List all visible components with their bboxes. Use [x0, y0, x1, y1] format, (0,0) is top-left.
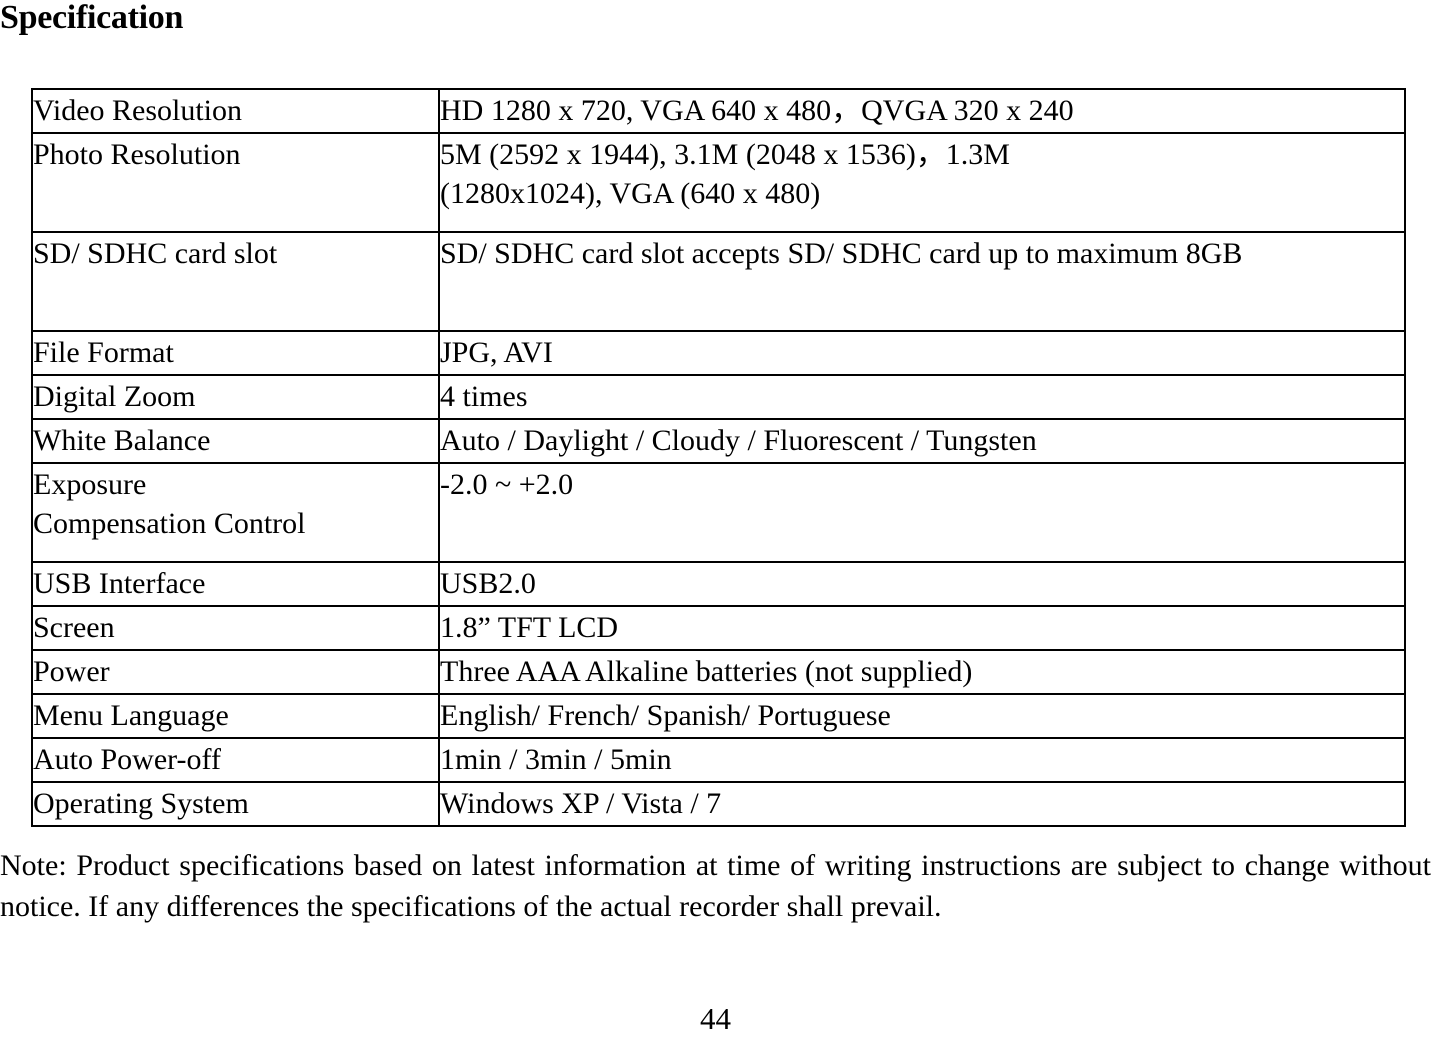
spec-label-cell: Video Resolution [31, 88, 440, 134]
spec-value-cell: SD/ SDHC card slot accepts SD/ SDHC card… [438, 231, 1406, 332]
spec-value-line: 5M (2592 x 1944), 3.1M (2048 x 1536)，1.3… [440, 138, 1010, 171]
spec-value-line: Three AAA Alkaline batteries (not suppli… [440, 655, 973, 688]
spec-label-cell: Operating System [31, 781, 440, 827]
spec-label-line: Photo Resolution [33, 138, 241, 171]
table-row: Auto Power-off 1min / 3min / 5min [31, 737, 1406, 783]
spec-label-line: Exposure [33, 468, 147, 501]
spec-value-line: 4 times [440, 380, 528, 413]
spec-value-cell: -2.0 ~ +2.0 [438, 462, 1406, 563]
spec-label-line: Digital Zoom [33, 380, 196, 413]
table-row: Video Resolution HD 1280 x 720, VGA 640 x… [31, 88, 1406, 134]
page-title: Specification [0, 0, 184, 36]
table-row: White Balance Auto / Daylight / Cloudy / … [31, 418, 1406, 464]
specification-table: Video Resolution HD 1280 x 720, VGA 640 x… [31, 88, 1406, 827]
spec-label-cell: Screen [31, 605, 440, 651]
spec-label-line: File Format [33, 336, 174, 369]
table-row: Screen 1.8” TFT LCD [31, 605, 1406, 651]
spec-value-line: English/ French/ Spanish/ Portuguese [440, 699, 891, 732]
table-row: Photo Resolution 5M (2592 x 1944), 3.1M (… [31, 132, 1406, 233]
spec-label-line: Compensation Control [33, 507, 306, 540]
spec-value-line: USB2.0 [440, 567, 536, 600]
table-row: Menu Language English/ French/ Spanish/ P… [31, 693, 1406, 739]
spec-value-cell: USB2.0 [438, 561, 1406, 607]
spec-value-line: Windows XP / Vista / 7 [440, 787, 722, 820]
page-number: 44 [700, 1001, 731, 1036]
spec-label-line: Auto Power-off [33, 743, 221, 776]
table-row: Power Three AAA Alkaline batteries (not s… [31, 649, 1406, 695]
spec-label-cell: File Format [31, 330, 440, 376]
table-row: SD/ SDHC card slot SD/ SDHC card slot acc… [31, 231, 1406, 332]
table-row: USB Interface USB2.0 [31, 561, 1406, 607]
spec-label-cell: SD/ SDHC card slot [31, 231, 440, 332]
spec-value-cell: Auto / Daylight / Cloudy / Fluorescent /… [438, 418, 1406, 464]
spec-value-cell: 5M (2592 x 1944), 3.1M (2048 x 1536)，1.3… [438, 132, 1406, 233]
table-row: Operating System Windows XP / Vista / 7 [31, 781, 1406, 827]
spec-value-line: 1min / 3min / 5min [440, 743, 672, 776]
spec-value-line: (1280x1024), VGA (640 x 480) [440, 177, 821, 210]
spec-value-cell: 1min / 3min / 5min [438, 737, 1406, 783]
document-page: Specification Video Resolution HD 1280 x … [0, 0, 1431, 1054]
specification-table-container: Video Resolution HD 1280 x 720, VGA 640 x… [31, 88, 1406, 827]
spec-value-line: 1.8” TFT LCD [440, 611, 619, 644]
spec-label-line: Screen [33, 611, 115, 644]
spec-value-cell: 4 times [438, 374, 1406, 420]
spec-value-line: -2.0 ~ +2.0 [440, 468, 574, 501]
spec-value-cell: English/ French/ Spanish/ Portuguese [438, 693, 1406, 739]
spec-label-line: Operating System [33, 787, 249, 820]
spec-label-line: USB Interface [33, 567, 206, 600]
spec-value-cell: Three AAA Alkaline batteries (not suppli… [438, 649, 1406, 695]
spec-value-line: HD 1280 x 720, VGA 640 x 480，QVGA 320 x … [440, 94, 1074, 127]
spec-label-cell: USB Interface [31, 561, 440, 607]
table-row: Digital Zoom 4 times [31, 374, 1406, 420]
spec-label-cell: White Balance [31, 418, 440, 464]
spec-label-cell: Power [31, 649, 440, 695]
spec-label-cell: Photo Resolution [31, 132, 440, 233]
specification-note: Note: Product specifications based on la… [0, 849, 1431, 923]
spec-label-cell: Auto Power-off [31, 737, 440, 783]
spec-value-cell: 1.8” TFT LCD [438, 605, 1406, 651]
spec-value-cell: JPG, AVI [438, 330, 1406, 376]
spec-label-line: Video Resolution [33, 94, 243, 127]
spec-label-cell: Menu Language [31, 693, 440, 739]
spec-value-cell: HD 1280 x 720, VGA 640 x 480，QVGA 320 x … [438, 88, 1406, 134]
spec-label-line: SD/ SDHC card slot [33, 237, 278, 270]
table-row: Exposure Compensation Control -2.0 ~ +2.0 [31, 462, 1406, 563]
spec-label-cell: Exposure Compensation Control [31, 462, 440, 563]
spec-value-cell: Windows XP / Vista / 7 [438, 781, 1406, 827]
spec-value-line: JPG, AVI [440, 336, 553, 369]
spec-label-cell: Digital Zoom [31, 374, 440, 420]
spec-value-line: Auto / Daylight / Cloudy / Fluorescent /… [440, 424, 1037, 457]
spec-label-line: Menu Language [33, 699, 229, 732]
specification-table-body: Video Resolution HD 1280 x 720, VGA 640 x… [31, 88, 1406, 827]
spec-label-line: White Balance [33, 424, 211, 457]
spec-label-line: Power [33, 655, 110, 688]
table-row: File Format JPG, AVI [31, 330, 1406, 376]
